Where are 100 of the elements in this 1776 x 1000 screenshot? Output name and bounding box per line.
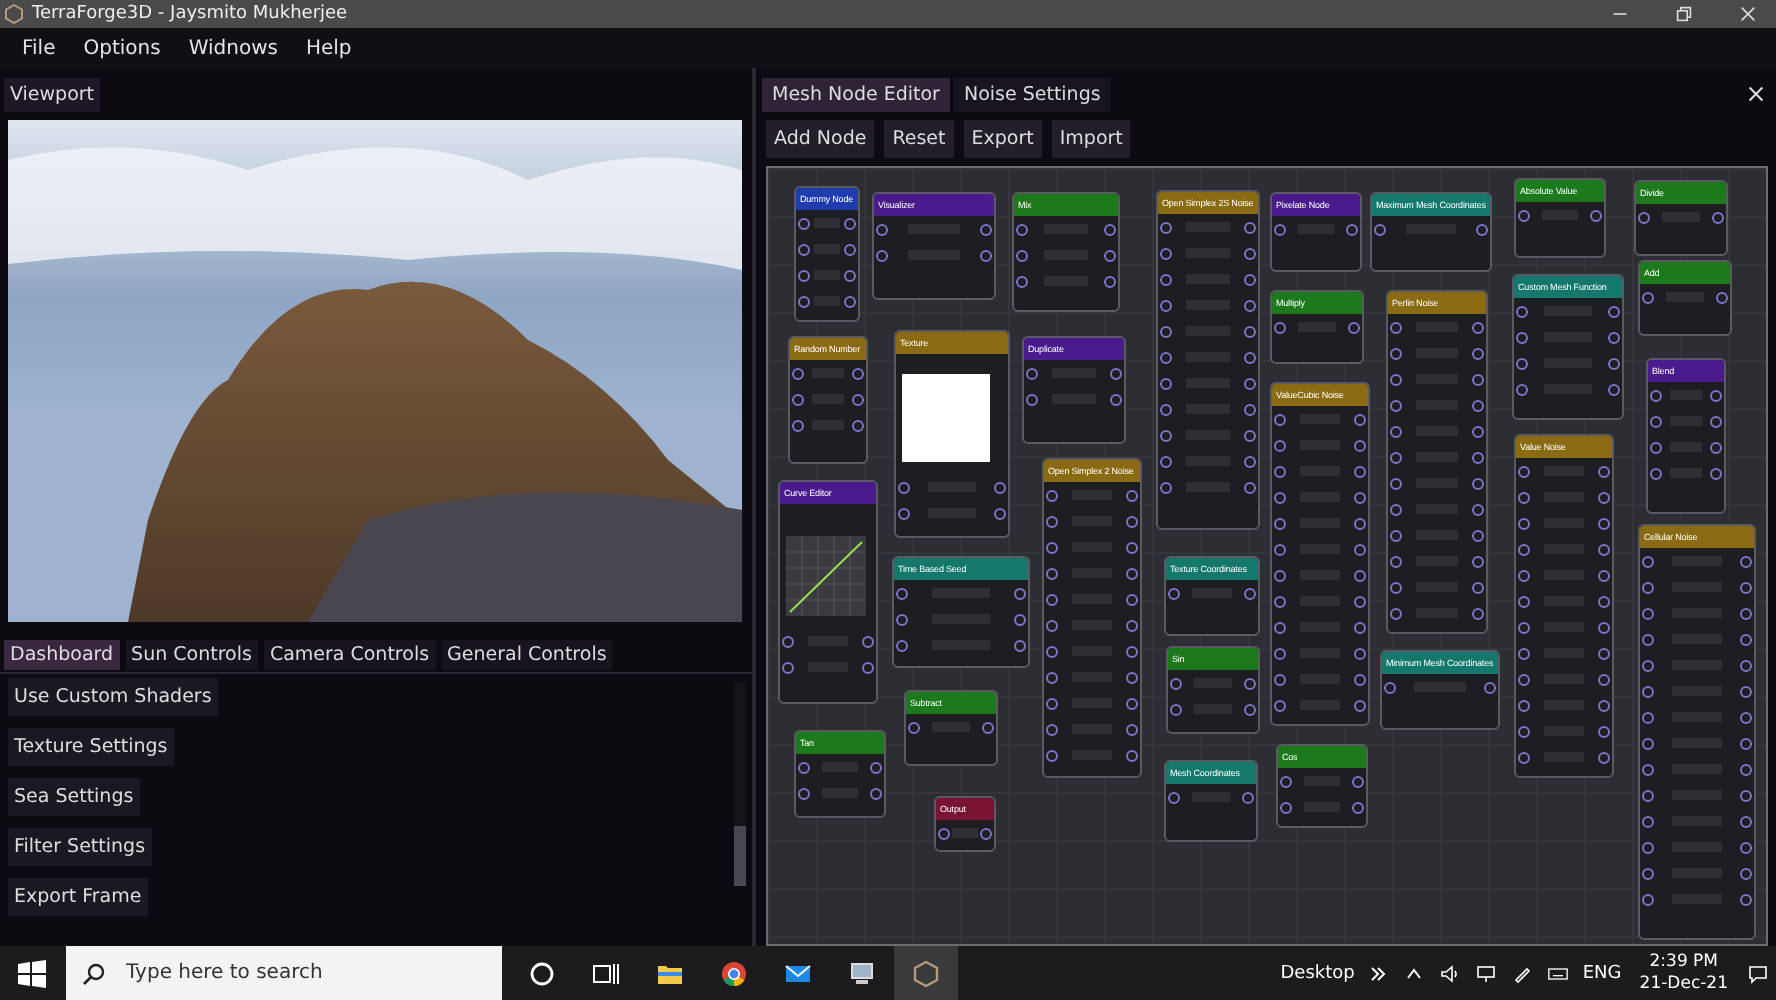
socket-icon[interactable]: [1242, 791, 1254, 803]
socket-icon[interactable]: [982, 721, 994, 733]
socket-icon[interactable]: [1471, 503, 1484, 515]
socket-icon[interactable]: [1390, 477, 1402, 489]
socket-icon[interactable]: [1126, 671, 1138, 683]
socket-icon[interactable]: [1475, 223, 1488, 235]
socket-icon[interactable]: [1046, 489, 1058, 501]
socket-icon[interactable]: [1274, 595, 1286, 607]
value-field[interactable]: [813, 270, 841, 280]
socket-icon[interactable]: [1516, 383, 1528, 395]
socket-icon[interactable]: [1160, 299, 1172, 311]
notification-icon[interactable]: [1748, 963, 1768, 983]
socket-icon[interactable]: [1274, 321, 1286, 333]
socket-icon[interactable]: [1589, 209, 1602, 221]
socket-icon[interactable]: [1642, 893, 1654, 905]
socket-icon[interactable]: [1274, 223, 1286, 235]
socket-icon[interactable]: [1348, 321, 1360, 333]
panel-tab[interactable]: Camera Controls: [263, 640, 436, 670]
socket-icon[interactable]: [1274, 673, 1286, 685]
computer-icon[interactable]: [848, 959, 876, 987]
socket-icon[interactable]: [1390, 451, 1402, 463]
socket-icon[interactable]: [1170, 703, 1182, 715]
start-icon[interactable]: [18, 959, 46, 987]
socket-icon[interactable]: [1642, 291, 1654, 303]
socket-icon[interactable]: [1168, 791, 1180, 803]
socket-icon[interactable]: [1160, 455, 1172, 467]
socket-icon[interactable]: [1607, 305, 1620, 317]
socket-icon[interactable]: [1740, 763, 1752, 775]
socket-icon[interactable]: [1126, 541, 1138, 553]
menu-item[interactable]: Help: [291, 37, 366, 59]
socket-icon[interactable]: [1016, 249, 1028, 261]
socket-icon[interactable]: [1274, 465, 1286, 477]
network-icon[interactable]: [1476, 963, 1497, 983]
socket-icon[interactable]: [1170, 677, 1182, 689]
socket-icon[interactable]: [1516, 357, 1528, 369]
toolbar-button[interactable]: Reset: [884, 120, 954, 158]
socket-icon[interactable]: [1046, 723, 1058, 735]
close-icon[interactable]: [1740, 6, 1756, 22]
circle-icon[interactable]: [528, 959, 556, 987]
socket-icon[interactable]: [1160, 377, 1172, 389]
socket-icon[interactable]: [1374, 223, 1386, 235]
value-field[interactable]: [952, 828, 978, 838]
settings-button[interactable]: Use Custom Shaders: [8, 678, 218, 716]
socket-icon[interactable]: [1471, 321, 1484, 333]
socket-icon[interactable]: [1740, 581, 1752, 593]
socket-icon[interactable]: [1642, 659, 1654, 671]
panel-tab[interactable]: Noise Settings: [953, 78, 1111, 112]
socket-icon[interactable]: [798, 787, 810, 799]
socket-icon[interactable]: [1384, 681, 1396, 693]
socket-icon[interactable]: [869, 787, 882, 799]
value-field[interactable]: [813, 218, 841, 228]
socket-icon[interactable]: [1160, 325, 1172, 337]
socket-icon[interactable]: [1650, 389, 1662, 401]
socket-icon[interactable]: [1244, 351, 1256, 363]
socket-icon[interactable]: [1126, 515, 1138, 527]
socket-icon[interactable]: [1354, 543, 1366, 555]
socket-icon[interactable]: [1046, 567, 1058, 579]
socket-icon[interactable]: [1016, 223, 1028, 235]
socket-icon[interactable]: [1046, 541, 1058, 553]
toolbar-button[interactable]: Export: [963, 120, 1042, 158]
socket-icon[interactable]: [843, 295, 856, 307]
socket-icon[interactable]: [1516, 305, 1528, 317]
socket-icon[interactable]: [792, 367, 804, 379]
socket-icon[interactable]: [1642, 711, 1654, 723]
keyboard-icon[interactable]: [1548, 963, 1569, 983]
socket-icon[interactable]: [896, 613, 908, 625]
socket-icon[interactable]: [1016, 275, 1028, 287]
value-field[interactable]: [813, 296, 841, 306]
socket-icon[interactable]: [1710, 415, 1722, 427]
socket-icon[interactable]: [1642, 763, 1654, 775]
socket-icon[interactable]: [1390, 503, 1402, 515]
socket-icon[interactable]: [1740, 893, 1752, 905]
socket-icon[interactable]: [1354, 699, 1366, 711]
socket-icon[interactable]: [1471, 529, 1484, 541]
socket-icon[interactable]: [876, 249, 888, 261]
socket-icon[interactable]: [1518, 673, 1530, 685]
restore-icon[interactable]: [1676, 6, 1692, 22]
socket-icon[interactable]: [1244, 273, 1256, 285]
socket-icon[interactable]: [1280, 801, 1292, 813]
socket-icon[interactable]: [1638, 211, 1650, 223]
socket-icon[interactable]: [993, 507, 1006, 519]
chevron-icon[interactable]: [1368, 963, 1389, 983]
value-field[interactable]: [813, 244, 841, 254]
settings-button[interactable]: Filter Settings: [8, 828, 152, 866]
socket-icon[interactable]: [1274, 647, 1286, 659]
socket-icon[interactable]: [1642, 581, 1654, 593]
socket-icon[interactable]: [1518, 491, 1530, 503]
socket-icon[interactable]: [1518, 647, 1530, 659]
socket-icon[interactable]: [843, 269, 856, 281]
socket-icon[interactable]: [1274, 517, 1286, 529]
socket-icon[interactable]: [1244, 703, 1256, 715]
socket-icon[interactable]: [1518, 543, 1530, 555]
panel-tab[interactable]: General Controls: [441, 640, 613, 670]
socket-icon[interactable]: [852, 393, 864, 405]
socket-icon[interactable]: [1650, 467, 1662, 479]
socket-icon[interactable]: [876, 223, 888, 235]
socket-icon[interactable]: [898, 507, 910, 519]
socket-icon[interactable]: [1390, 529, 1402, 541]
clock[interactable]: 2:39 PM 21-Dec-21: [1639, 952, 1728, 994]
task-view-icon[interactable]: [592, 959, 620, 987]
